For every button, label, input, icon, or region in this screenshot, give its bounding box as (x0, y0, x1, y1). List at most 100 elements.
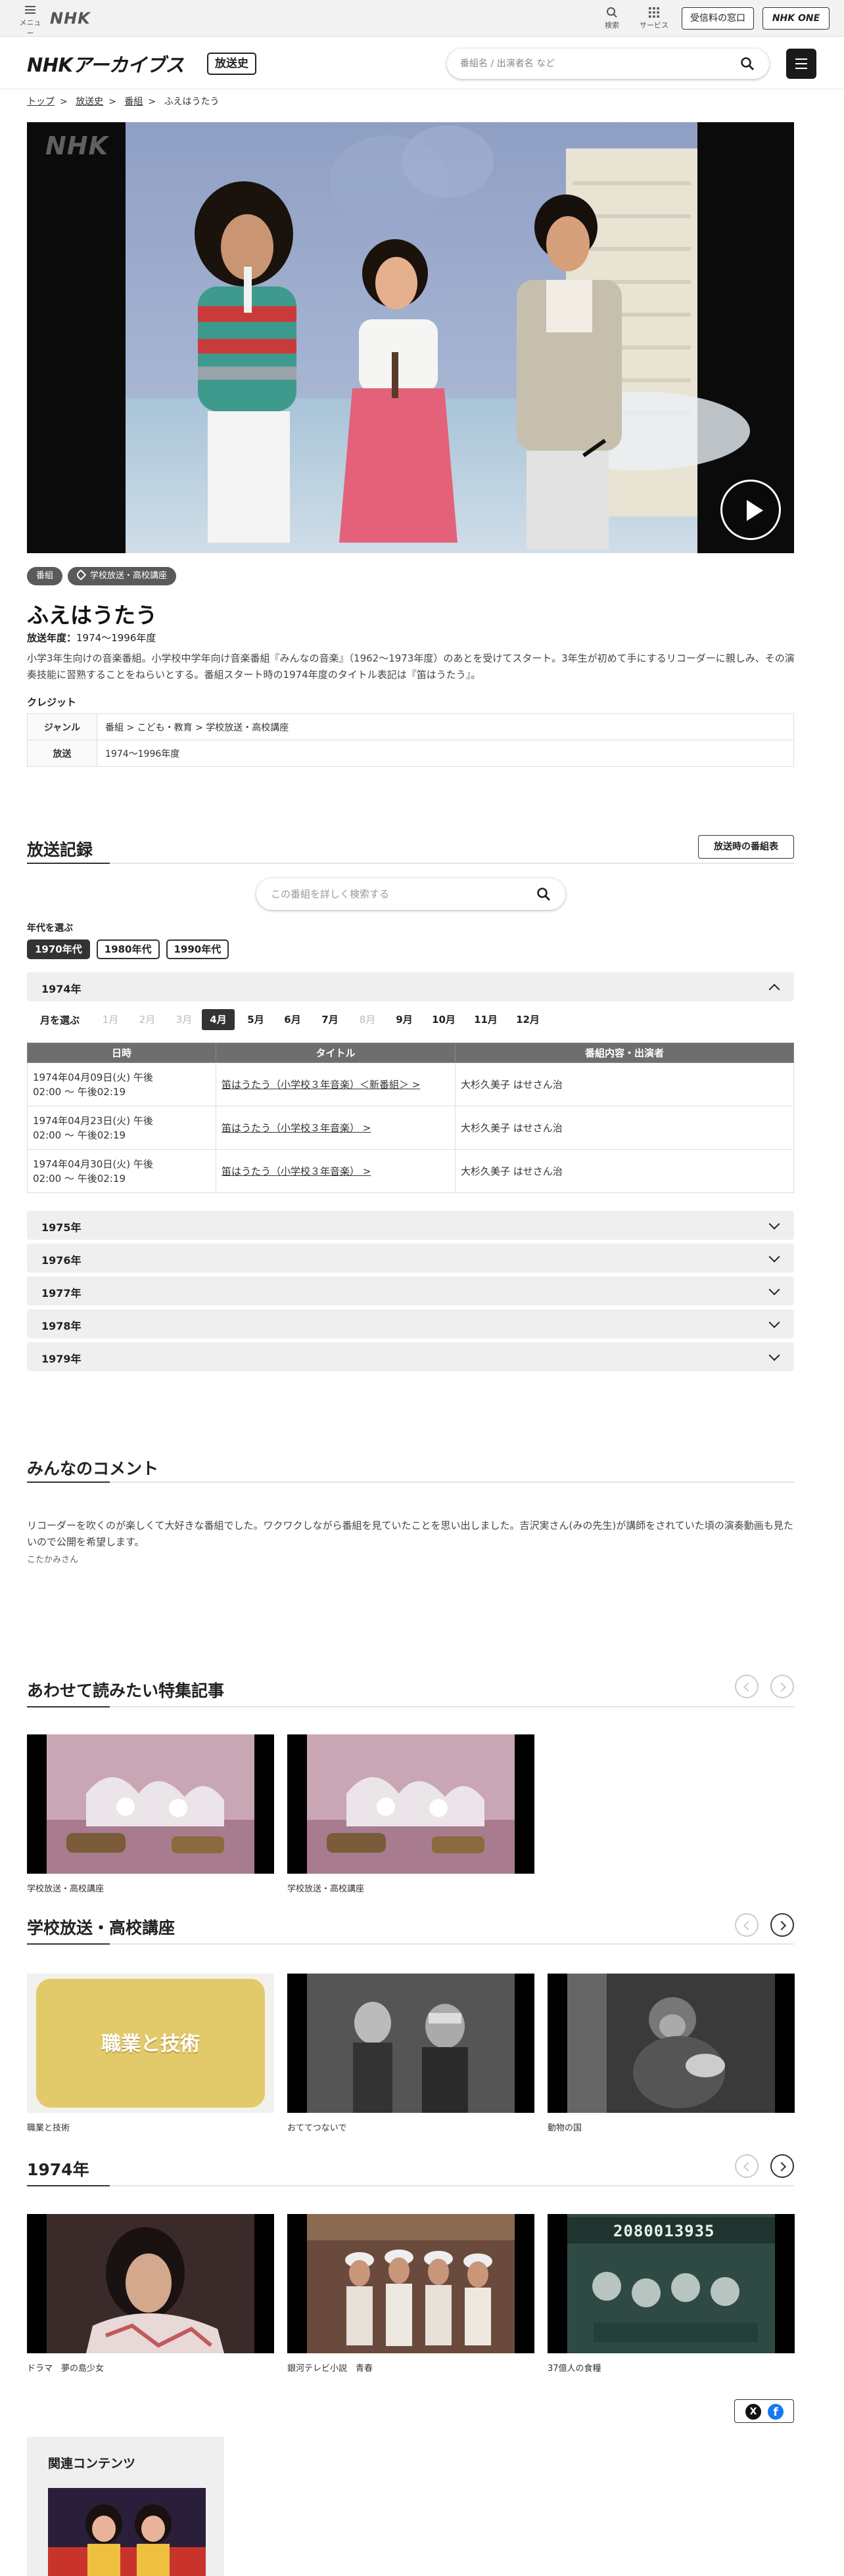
menu-icon (795, 58, 807, 60)
school-heading: 学校放送・高校講座 (27, 1918, 176, 1937)
reception-button[interactable]: 受信料の窓口 (682, 7, 754, 30)
decade-1990s[interactable]: 1990年代 (166, 939, 229, 959)
episode-link[interactable]: 笛はうたう（小学校３年音楽） > (222, 1165, 371, 1177)
program-thumbnail (287, 2214, 534, 2353)
chevron-up-icon (768, 983, 780, 995)
chevron-down-icon (768, 1349, 780, 1361)
program-card[interactable]: おててつないで (287, 1974, 534, 2133)
broadcast-heading: 放送記録 (27, 840, 93, 859)
program-thumbnail (548, 1974, 795, 2113)
history-tag[interactable]: 放送史 (207, 53, 256, 75)
month-5[interactable]: 5月 (239, 1009, 272, 1030)
episode-link[interactable]: 笛はうたう（小学校３年音楽） > (222, 1122, 371, 1134)
month-6[interactable]: 6月 (276, 1009, 309, 1030)
school-carousel-arrows (735, 1913, 794, 1937)
feature-thumbnail (287, 1734, 534, 1874)
year-accordion-1979[interactable]: 1979年 (27, 1342, 794, 1371)
episode-link[interactable]: 笛はうたう（小学校３年音楽）＜新番組＞ > (222, 1079, 420, 1091)
credit-row: ジャンル 番組 > こども・教育 > 学校放送・高校講座 (27, 713, 794, 740)
nhk-one-button[interactable]: NHK ONE (762, 7, 830, 30)
decade-heading: 年代を選ぶ (27, 923, 73, 934)
month-2: 2月 (139, 1014, 156, 1026)
page-title: ふえはうたう (27, 602, 157, 628)
search-icon[interactable] (740, 56, 755, 71)
global-menu-button[interactable]: メニュー (17, 6, 43, 38)
credit-table: ジャンル 番組 > こども・教育 > 学校放送・高校講座 放送 1974〜1996年… (27, 713, 794, 767)
program-thumbnail: 2080013935 (548, 2214, 795, 2353)
program-card[interactable]: ドラマ 夢の島少女 (27, 2214, 274, 2374)
program-search-box (256, 878, 565, 910)
year-carousel-arrows (735, 2154, 794, 2178)
table-row: 1974年04月09日(火) 午後 02:00 〜 午後02:19 笛はうたう（小… (27, 1062, 794, 1106)
chevron-down-icon (768, 1317, 780, 1328)
breadcrumb: トップ > 放送史 > 番組 > ふえはうたう (27, 97, 220, 107)
program-card[interactable]: 2080013935 37億人の食糧 (548, 2214, 795, 2374)
table-row: 1974年04月23日(火) 午後 02:00 〜 午後02:19 笛はうたう（小… (27, 1106, 794, 1150)
table-header: 日時 タイトル 番組内容・出演者 (27, 1043, 794, 1063)
feature-card[interactable]: 学校放送・高校講座 (27, 1734, 274, 1894)
year-accordion-1978[interactable]: 1978年 (27, 1309, 794, 1338)
video-player[interactable]: NHK (27, 122, 794, 553)
month-3: 3月 (176, 1014, 193, 1026)
decade-selector: 1970年代 1980年代 1990年代 (27, 939, 235, 959)
program-badges: 番組 学校放送・高校講座 (27, 567, 181, 585)
year-section-heading: 1974年 (27, 2160, 89, 2179)
program-card[interactable]: 銀河テレビ小説 青春 (287, 2214, 534, 2374)
schedule-button[interactable]: 放送時の番組表 (698, 835, 794, 859)
grid-icon (649, 7, 659, 18)
site-search-box (447, 49, 769, 79)
play-button[interactable] (720, 480, 781, 540)
program-search-input[interactable] (271, 887, 521, 901)
month-9[interactable]: 9月 (388, 1009, 421, 1030)
table-row: 1974年04月30日(火) 午後 02:00 〜 午後02:19 笛はうたう（小… (27, 1149, 794, 1193)
hamburger-menu-button[interactable] (786, 49, 816, 79)
carousel-next-button[interactable] (770, 2154, 794, 2178)
comment-text: リコーダーを吹くのが楽しくて大好きな番組でした。ワクワクしながら番組を見ていたこ… (27, 1520, 793, 1548)
chevron-down-icon (768, 1218, 780, 1230)
menu-icon (25, 6, 35, 14)
search-icon (607, 7, 617, 18)
carousel-next-button[interactable] (770, 1913, 794, 1937)
comments-heading: みんなのコメント (27, 1459, 159, 1478)
badge-genre[interactable]: 学校放送・高校講座 (68, 567, 177, 585)
month-1: 1月 (102, 1014, 119, 1026)
decade-1970s[interactable]: 1970年代 (27, 939, 90, 959)
breadcrumb-programs[interactable]: 番組 (124, 97, 143, 107)
month-10[interactable]: 10月 (427, 1009, 460, 1030)
nhk-logo[interactable]: NHK (50, 9, 91, 28)
program-thumbnail: 職業と技術 (27, 1974, 274, 2113)
month-4[interactable]: 4月 (202, 1009, 235, 1030)
global-service-button[interactable]: サービス (638, 5, 670, 30)
archives-logo[interactable]: NHKアーカイブス (27, 50, 184, 78)
decade-1980s[interactable]: 1980年代 (96, 939, 160, 959)
badge-program[interactable]: 番組 (27, 567, 63, 585)
carousel-prev-button (735, 1675, 759, 1698)
related-content-panel: 関連コンテンツ (27, 2437, 224, 2576)
program-thumbnail (27, 2214, 274, 2353)
search-icon[interactable] (536, 887, 551, 901)
site-header: NHKアーカイブス 放送史 (0, 37, 844, 89)
year-accordion-1974[interactable]: 1974年 (27, 972, 794, 1001)
credit-heading: クレジット (27, 696, 77, 708)
year-accordion-1977[interactable]: 1977年 (27, 1277, 794, 1305)
feature-card[interactable]: 学校放送・高校講座 (287, 1734, 534, 1894)
month-12[interactable]: 12月 (511, 1009, 544, 1030)
related-thumbnail[interactable] (48, 2488, 206, 2576)
chevron-down-icon (768, 1251, 780, 1263)
year-accordion-1976[interactable]: 1976年 (27, 1244, 794, 1273)
facebook-share-icon[interactable]: f (768, 2404, 784, 2420)
genre-path[interactable]: 番組 > こども・教育 > 学校放送・高校講座 (97, 713, 794, 740)
x-share-icon[interactable]: X (745, 2404, 761, 2420)
month-7[interactable]: 7月 (314, 1009, 346, 1030)
breadcrumb-history[interactable]: 放送史 (76, 97, 103, 107)
program-thumbnail (287, 1974, 534, 2113)
feature-thumbnail (27, 1734, 274, 1874)
year-accordion-1975[interactable]: 1975年 (27, 1211, 794, 1240)
broadcast-years: 放送年度：1974〜1996年度 (27, 632, 156, 644)
site-search-input[interactable] (460, 56, 710, 71)
program-card[interactable]: 職業と技術 職業と技術 (27, 1974, 274, 2133)
breadcrumb-top[interactable]: トップ (27, 97, 55, 107)
global-search-button[interactable]: 検索 (596, 5, 628, 30)
month-11[interactable]: 11月 (469, 1009, 502, 1030)
program-card[interactable]: 動物の国 (548, 1974, 795, 2133)
